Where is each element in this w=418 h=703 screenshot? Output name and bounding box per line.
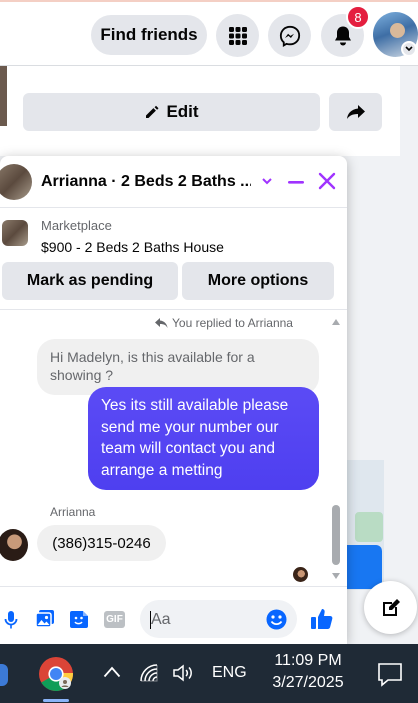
speaker-icon[interactable] <box>172 663 194 683</box>
more-options-label: More options <box>207 272 309 289</box>
section-divider <box>0 309 347 310</box>
edit-listing-button[interactable]: Edit <box>23 93 320 131</box>
more-options-button[interactable]: More options <box>182 262 334 300</box>
language-indicator[interactable]: ENG <box>212 664 247 682</box>
close-icon[interactable] <box>318 172 336 190</box>
replied-note: You replied to Arrianna <box>172 316 293 330</box>
bell-icon <box>334 26 351 45</box>
microphone-icon[interactable] <box>4 610 18 630</box>
messenger-icon <box>279 25 300 47</box>
listing-thumbnail[interactable] <box>2 220 28 246</box>
chat-header[interactable]: Arrianna · 2 Beds 2 Baths ... <box>0 156 347 208</box>
scroll-down-arrow-icon[interactable] <box>331 572 341 580</box>
chrome-icon[interactable] <box>38 656 74 692</box>
reply-arrow-icon <box>155 318 168 328</box>
notification-badge: 8 <box>346 5 370 29</box>
chat-scrollbar-thumb[interactable] <box>332 505 340 565</box>
grid-icon <box>228 26 247 45</box>
post-photo-edge <box>0 66 7 126</box>
messenger-button[interactable] <box>268 14 311 57</box>
chevron-down-icon[interactable] <box>260 174 274 188</box>
mark-as-pending-button[interactable]: Mark as pending <box>2 262 178 300</box>
outgoing-message-bubble[interactable]: Yes its still available please send me y… <box>88 387 319 490</box>
edit-label: Edit <box>166 102 199 121</box>
listing-title[interactable]: $900 - 2 Beds 2 Baths House <box>41 239 224 255</box>
incoming-message-text: (386)315-0246 <box>52 534 151 552</box>
composer-divider <box>0 586 347 587</box>
menu-grid-button[interactable] <box>216 14 259 57</box>
photo-icon[interactable] <box>35 609 56 629</box>
quoted-message-text: Hi Madelyn, is this available for a show… <box>50 349 255 383</box>
pencil-icon <box>146 105 159 118</box>
account-menu-toggle[interactable] <box>401 41 417 57</box>
emoji-icon[interactable] <box>266 609 287 630</box>
chat-window: Arrianna · 2 Beds 2 Baths ... Marketplac… <box>0 156 347 644</box>
active-app-indicator <box>43 699 69 702</box>
find-friends-button[interactable]: Find friends <box>91 15 207 55</box>
scroll-up-arrow-icon[interactable] <box>331 318 341 326</box>
chevron-up-icon[interactable] <box>103 666 121 678</box>
facebook-top-bar: Find friends 8 <box>0 0 418 66</box>
contact-avatar[interactable] <box>0 164 32 200</box>
map-green-area <box>355 512 383 542</box>
seen-avatar <box>293 567 308 582</box>
marketplace-label: Marketplace <box>41 218 112 233</box>
chevron-down-icon <box>405 46 413 52</box>
top-accent-line <box>0 0 418 2</box>
chat-title[interactable]: Arrianna · 2 Beds 2 Baths ... <box>41 173 251 193</box>
clock-date: 3/27/2025 <box>272 674 344 691</box>
notification-center-icon[interactable] <box>377 662 403 688</box>
share-button[interactable] <box>329 93 382 131</box>
clock-time: 11:09 PM <box>274 652 342 669</box>
gif-icon[interactable]: GIF <box>104 611 125 628</box>
pinned-app-edge[interactable] <box>0 664 8 686</box>
share-arrow-icon <box>346 105 365 119</box>
incoming-message-bubble[interactable]: (386)315-0246 <box>37 525 166 561</box>
minimize-icon[interactable] <box>287 173 305 191</box>
clock[interactable]: 11:09 PM 3/27/2025 <box>262 650 354 694</box>
sticker-icon[interactable] <box>69 609 90 630</box>
compose-icon <box>382 598 400 616</box>
wifi-icon[interactable] <box>138 663 160 683</box>
blue-action-button[interactable] <box>344 545 382 589</box>
message-input-placeholder: Aa <box>151 611 171 628</box>
windows-taskbar: ENG 11:09 PM 3/27/2025 <box>0 644 418 703</box>
outgoing-message-text: Yes its still available please send me y… <box>101 397 289 479</box>
thumbs-up-icon[interactable] <box>310 607 334 631</box>
mark-as-pending-label: Mark as pending <box>26 272 154 289</box>
find-friends-label: Find friends <box>100 25 198 44</box>
new-message-button[interactable] <box>364 581 417 634</box>
sender-name: Arrianna <box>50 505 96 519</box>
reply-indicator: You replied to Arrianna <box>154 316 293 330</box>
message-input[interactable]: Aa <box>140 600 297 638</box>
sender-avatar[interactable] <box>0 529 28 561</box>
avatar-face <box>390 23 405 38</box>
